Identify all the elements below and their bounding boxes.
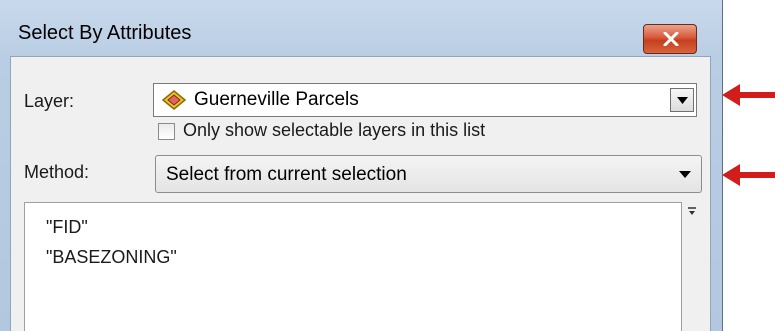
only-selectable-label[interactable]: Only show selectable layers in this list [183, 120, 485, 141]
list-options-icon[interactable] [687, 207, 697, 217]
list-item[interactable]: "BASEZONING" [46, 247, 177, 268]
list-item[interactable]: "FID" [46, 217, 88, 238]
red-arrow-icon [722, 164, 775, 186]
method-label: Method: [24, 162, 90, 182]
chevron-down-icon [677, 97, 688, 104]
method-dropdown[interactable]: Select from current selection [155, 155, 702, 193]
close-button[interactable] [643, 24, 697, 54]
red-arrow-icon [722, 84, 775, 106]
select-by-attributes-dialog: Select By Attributes Layer: Guerneville … [0, 0, 723, 331]
layer-label: Layer: [24, 91, 75, 111]
only-selectable-checkbox[interactable] [158, 123, 175, 140]
fields-list[interactable]: "FID" "BASEZONING" [24, 202, 682, 331]
title-bar[interactable]: Select By Attributes [0, 0, 722, 56]
layer-diamond-icon [161, 90, 187, 110]
method-value: Select from current selection [166, 164, 407, 185]
layer-dropdown-button[interactable] [670, 88, 694, 112]
window-title: Select By Attributes [18, 22, 192, 44]
chevron-down-icon [679, 171, 691, 178]
layer-value: Guerneville Parcels [194, 89, 359, 110]
close-icon [663, 32, 679, 46]
layer-dropdown[interactable]: Guerneville Parcels [153, 83, 697, 117]
